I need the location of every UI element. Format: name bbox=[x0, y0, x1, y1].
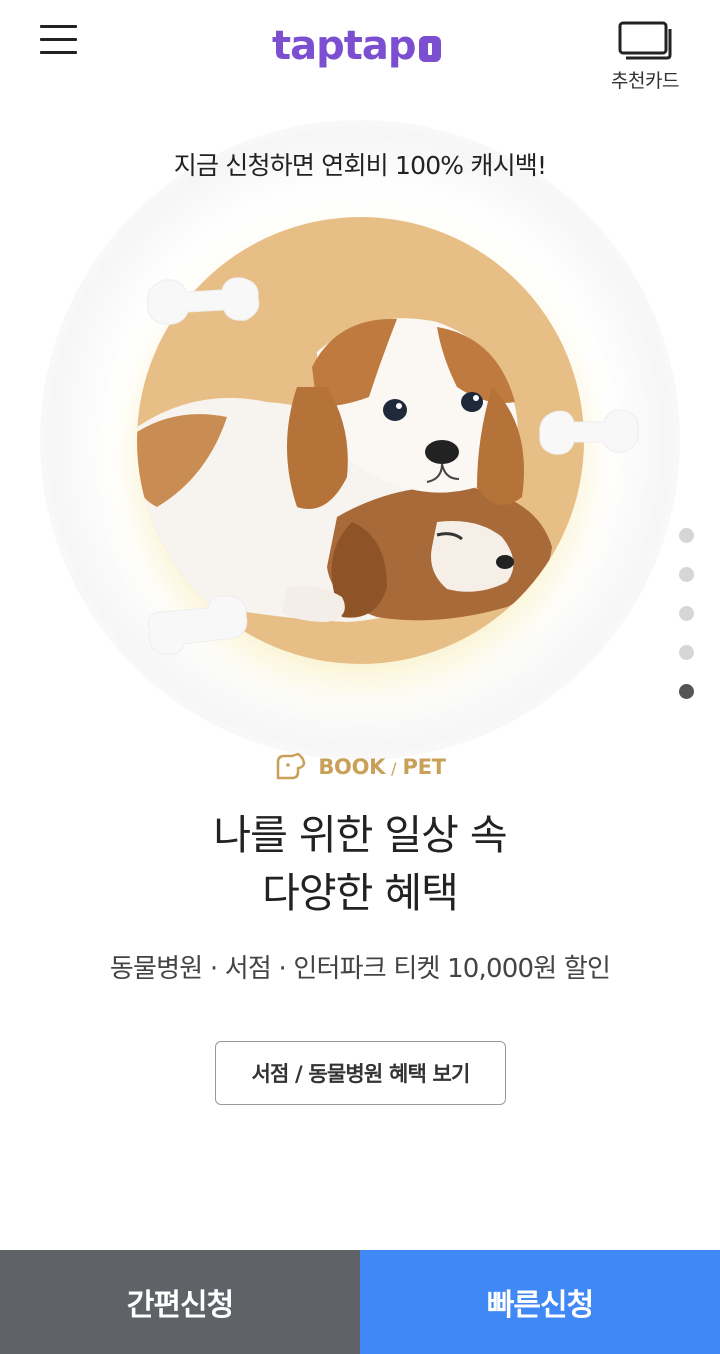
carousel-dot[interactable] bbox=[679, 567, 694, 582]
easy-apply-button[interactable]: 간편신청 bbox=[0, 1250, 360, 1354]
category-tag: BOOK / PET bbox=[0, 752, 720, 782]
carousel-dot-active[interactable] bbox=[679, 684, 694, 699]
pet-icon bbox=[277, 752, 306, 780]
taptap-logo[interactable]: taptap bbox=[272, 14, 441, 66]
hamburger-menu-icon[interactable] bbox=[40, 25, 78, 55]
recommend-card-label: 추천카드 bbox=[611, 70, 679, 92]
category-separator: / bbox=[391, 759, 397, 778]
recommend-card-button[interactable]: 추천카드 bbox=[600, 20, 690, 100]
quick-apply-button[interactable]: 빠른신청 bbox=[360, 1250, 720, 1354]
bottom-action-bar: 간편신청 빠른신청 bbox=[0, 1250, 720, 1354]
category-secondary: PET bbox=[402, 755, 446, 779]
view-benefits-button[interactable]: 서점 / 동물병원 혜택 보기 bbox=[215, 1041, 506, 1105]
category-primary: BOOK bbox=[318, 755, 386, 779]
headline-line1: 나를 위한 일상 속 bbox=[213, 811, 507, 859]
logo-badge-icon bbox=[418, 36, 441, 62]
carousel-dot[interactable] bbox=[679, 528, 694, 543]
bone-decoration-icon bbox=[539, 409, 639, 455]
bone-decoration-icon bbox=[147, 595, 248, 655]
app-header: taptap 추천카드 bbox=[0, 0, 720, 110]
cards-icon bbox=[618, 21, 672, 60]
promo-text: 지금 신청하면 연회비 100% 캐시백! bbox=[173, 151, 547, 180]
benefit-description: 동물병원 · 서점 · 인터파크 티켓 10,000원 할인 bbox=[109, 954, 611, 984]
headline: 나를 위한 일상 속 다양한 혜택 bbox=[0, 806, 720, 922]
carousel-dot[interactable] bbox=[679, 645, 694, 660]
carousel-indicator bbox=[679, 528, 695, 723]
carousel-dot[interactable] bbox=[679, 606, 694, 621]
logo-text: taptap bbox=[272, 23, 416, 69]
headline-line2: 다양한 혜택 bbox=[262, 869, 459, 917]
bone-decoration-icon bbox=[146, 277, 260, 325]
